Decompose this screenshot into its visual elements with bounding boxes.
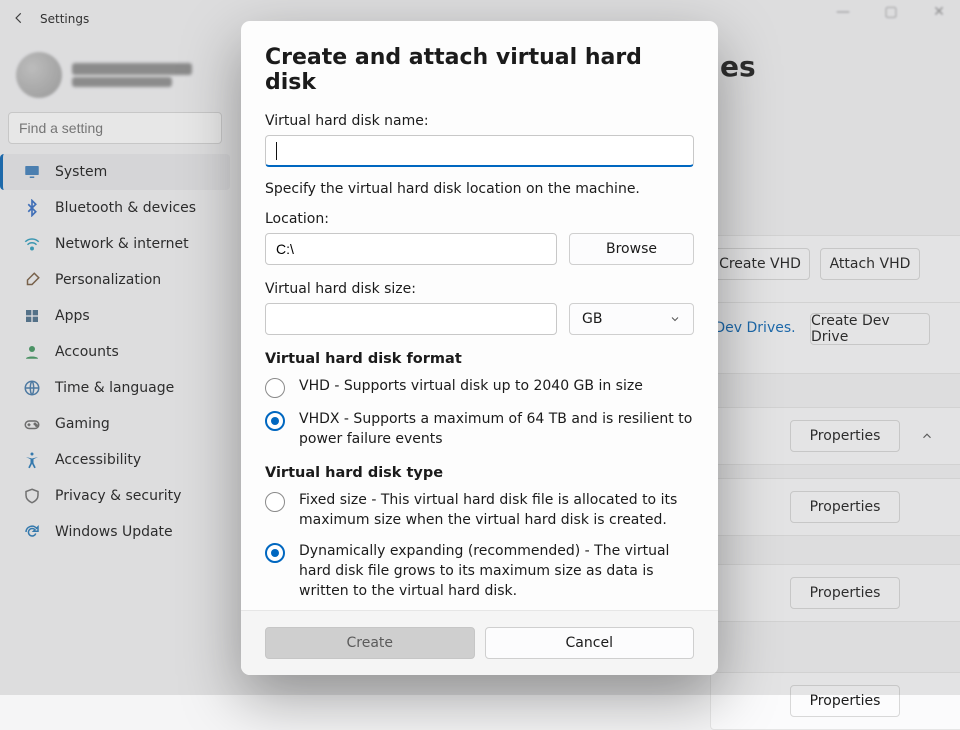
location-label: Location:	[265, 211, 694, 227]
nav-list: System Bluetooth & devices Network & inter…	[0, 154, 230, 550]
vhd-type-option[interactable]: Fixed size - This virtual hard disk file…	[265, 491, 694, 530]
browse-button[interactable]: Browse	[569, 233, 694, 265]
apps-icon	[23, 307, 41, 325]
sidebar-item-windows-update[interactable]: Windows Update	[0, 514, 230, 550]
window-controls: — ▢ ✕	[828, 4, 954, 24]
update-icon	[23, 523, 41, 541]
sidebar-item-label: Apps	[55, 308, 90, 324]
radio-icon	[265, 543, 285, 563]
properties-button[interactable]: Properties	[790, 420, 900, 452]
cancel-button[interactable]: Cancel	[485, 627, 695, 659]
sidebar-item-label: Accessibility	[55, 452, 141, 468]
avatar	[16, 52, 62, 98]
properties-button[interactable]: Properties	[790, 491, 900, 523]
chevron-down-icon	[669, 313, 681, 325]
profile-block[interactable]	[0, 38, 230, 112]
globe-icon	[23, 379, 41, 397]
size-label: Virtual hard disk size:	[265, 281, 694, 297]
bluetooth-icon	[23, 199, 41, 217]
sidebar-item-label: Network & internet	[55, 236, 189, 252]
properties-button[interactable]: Properties	[790, 685, 900, 717]
vhd-name-label: Virtual hard disk name:	[265, 113, 694, 129]
size-input[interactable]	[265, 303, 557, 335]
page-title-fragment: es	[720, 50, 756, 83]
sidebar-item-label: Time & language	[55, 380, 174, 396]
location-hint: Specify the virtual hard disk location o…	[265, 181, 694, 197]
wifi-icon	[23, 235, 41, 253]
chevron-up-icon[interactable]	[920, 429, 934, 443]
close-button[interactable]: ✕	[924, 4, 954, 24]
shield-icon	[23, 487, 41, 505]
location-input[interactable]	[265, 233, 557, 265]
sidebar: System Bluetooth & devices Network & inter…	[0, 38, 230, 550]
dev-drives-link[interactable]: Dev Drives.	[710, 318, 800, 338]
create-vhd-dialog: Create and attach virtual hard disk Virt…	[241, 21, 718, 675]
sidebar-item-accounts[interactable]: Accounts	[0, 334, 230, 370]
radio-icon	[265, 492, 285, 512]
size-unit-select[interactable]: GB	[569, 303, 694, 335]
create-dev-drive-button[interactable]: Create Dev Drive	[810, 313, 930, 345]
dialog-title: Create and attach virtual hard disk	[265, 45, 694, 95]
dialog-footer: Create Cancel	[241, 610, 718, 675]
sidebar-item-label: Accounts	[55, 344, 119, 360]
radio-icon	[265, 378, 285, 398]
create-vhd-button[interactable]: Create VHD	[710, 248, 810, 280]
sidebar-item-label: Privacy & security	[55, 488, 181, 504]
maximize-button[interactable]: ▢	[876, 4, 906, 24]
accessibility-icon	[23, 451, 41, 469]
profile-text	[72, 63, 192, 87]
vhd-type-option[interactable]: Dynamically expanding (recommended) - Th…	[265, 542, 694, 601]
attach-vhd-button[interactable]: Attach VHD	[820, 248, 920, 280]
type-section-title: Virtual hard disk type	[265, 465, 694, 481]
brush-icon	[23, 271, 41, 289]
sidebar-item-bluetooth-devices[interactable]: Bluetooth & devices	[0, 190, 230, 226]
sidebar-item-label: Personalization	[55, 272, 161, 288]
vhd-type-option-label: Dynamically expanding (recommended) - Th…	[299, 542, 694, 601]
vhd-type-option-label: Fixed size - This virtual hard disk file…	[299, 491, 694, 530]
vhd-format-option-label: VHDX - Supports a maximum of 64 TB and i…	[299, 410, 694, 449]
game-icon	[23, 415, 41, 433]
person-icon	[23, 343, 41, 361]
sidebar-item-accessibility[interactable]: Accessibility	[0, 442, 230, 478]
properties-button[interactable]: Properties	[790, 577, 900, 609]
vhd-format-option[interactable]: VHDX - Supports a maximum of 64 TB and i…	[265, 410, 694, 449]
sidebar-item-label: System	[55, 164, 107, 180]
sidebar-item-system[interactable]: System	[0, 154, 230, 190]
vhd-format-option-label: VHD - Supports virtual disk up to 2040 G…	[299, 377, 643, 397]
vhd-format-option[interactable]: VHD - Supports virtual disk up to 2040 G…	[265, 377, 694, 398]
sidebar-item-label: Bluetooth & devices	[55, 200, 196, 216]
sidebar-item-time-language[interactable]: Time & language	[0, 370, 230, 406]
create-button[interactable]: Create	[265, 627, 475, 659]
sidebar-item-personalization[interactable]: Personalization	[0, 262, 230, 298]
size-unit-value: GB	[582, 311, 602, 327]
window-title: Settings	[40, 12, 89, 26]
radio-icon	[265, 411, 285, 431]
sidebar-item-privacy-security[interactable]: Privacy & security	[0, 478, 230, 514]
format-section-title: Virtual hard disk format	[265, 351, 694, 367]
search-input[interactable]	[8, 112, 222, 144]
sidebar-item-apps[interactable]: Apps	[0, 298, 230, 334]
sidebar-item-network-internet[interactable]: Network & internet	[0, 226, 230, 262]
sidebar-item-gaming[interactable]: Gaming	[0, 406, 230, 442]
minimize-button[interactable]: —	[828, 4, 858, 24]
sidebar-item-label: Windows Update	[55, 524, 173, 540]
vhd-name-input[interactable]	[265, 135, 694, 167]
sidebar-item-label: Gaming	[55, 416, 110, 432]
display-icon	[23, 163, 41, 181]
back-icon[interactable]	[12, 11, 26, 28]
